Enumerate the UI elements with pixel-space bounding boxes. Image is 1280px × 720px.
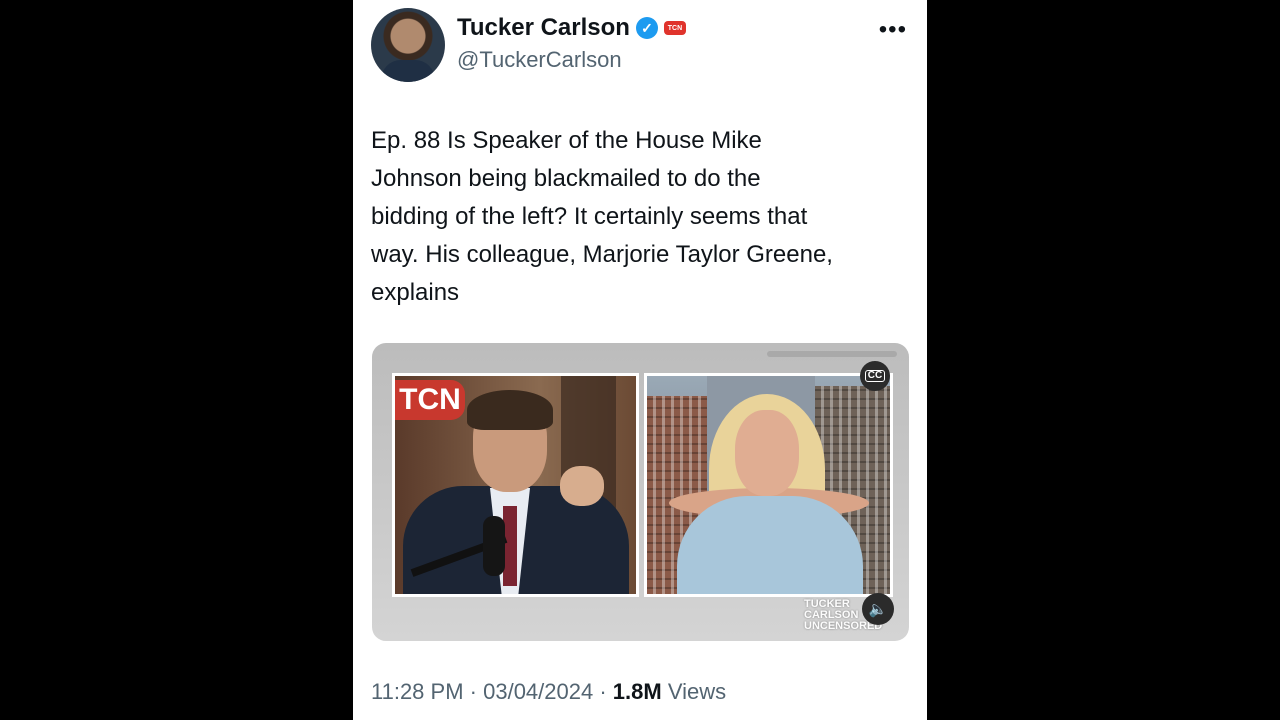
- host-video-panel: TCN: [392, 373, 639, 597]
- views-count[interactable]: 1.8M: [613, 679, 662, 705]
- author-name-row: Tucker Carlson ✓ TCN: [457, 14, 686, 42]
- guest-top: [677, 496, 863, 594]
- cc-icon[interactable]: CC: [860, 361, 890, 391]
- guest-face: [735, 410, 799, 496]
- tweet-card: Tucker Carlson ✓ TCN @TuckerCarlson ••• …: [353, 0, 927, 720]
- author-handle[interactable]: @TuckerCarlson: [457, 47, 622, 73]
- avatar[interactable]: [371, 8, 445, 82]
- more-icon[interactable]: •••: [879, 16, 907, 44]
- avatar-shirt: [381, 60, 435, 82]
- host-hand: [560, 466, 604, 506]
- guest-video-panel: [644, 373, 893, 597]
- cc-label: CC: [864, 370, 886, 382]
- tcn-sign: TCN: [395, 380, 465, 420]
- microphone: [483, 516, 505, 576]
- affiliation-badge[interactable]: TCN: [663, 21, 686, 35]
- tweet-text: Ep. 88 Is Speaker of the House Mike John…: [371, 127, 833, 306]
- meta-separator: ·: [463, 679, 484, 704]
- video-player[interactable]: TCN CC TUCKER CARLSON UNCENSORED 🔈: [372, 343, 909, 641]
- views-label: Views: [661, 679, 727, 704]
- author-name[interactable]: Tucker Carlson: [457, 14, 630, 42]
- tweet-time[interactable]: 11:28 PM: [371, 679, 464, 705]
- verified-badge-icon: ✓: [635, 17, 658, 39]
- meta-separator-2: ·: [593, 679, 613, 704]
- host-hair: [467, 390, 553, 430]
- progress-bar: [767, 351, 897, 357]
- host-tie: [503, 506, 517, 586]
- volume-icon[interactable]: 🔈: [862, 593, 894, 625]
- tweet-date[interactable]: 03/04/2024: [483, 679, 593, 705]
- tweet-meta: 11:28 PM · 03/04/2024 · 1.8M Views: [371, 679, 726, 705]
